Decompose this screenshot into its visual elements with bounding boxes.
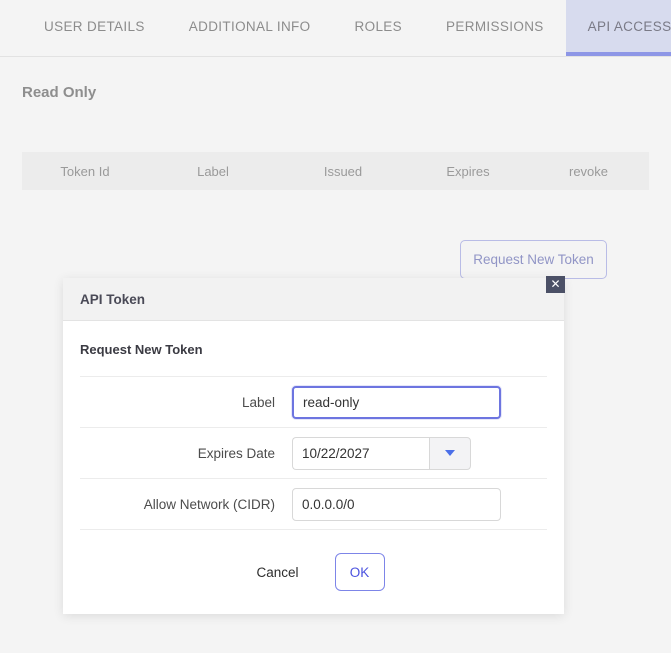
ok-button[interactable]: OK bbox=[335, 553, 385, 591]
label-field-label: Label bbox=[80, 395, 292, 410]
page-title: Read Only bbox=[22, 84, 96, 101]
tab-label: API ACCESS TOKENS bbox=[588, 19, 671, 34]
allow-network-input[interactable] bbox=[292, 488, 501, 521]
app-root: USER DETAILS ADDITIONAL INFO ROLES PERMI… bbox=[0, 0, 671, 653]
dialog-title: API Token bbox=[80, 292, 145, 307]
tab-label: ADDITIONAL INFO bbox=[189, 19, 311, 34]
tab-label: ROLES bbox=[355, 19, 403, 34]
form-row-allow-network: Allow Network (CIDR) bbox=[80, 479, 547, 530]
column-header-label: Label bbox=[148, 164, 278, 179]
column-header-expires: Expires bbox=[408, 164, 528, 179]
tab-permissions[interactable]: PERMISSIONS bbox=[424, 0, 566, 56]
tab-label: USER DETAILS bbox=[44, 19, 145, 34]
cancel-button[interactable]: Cancel bbox=[242, 555, 312, 590]
form-rows: Label Expires Date bbox=[80, 376, 547, 530]
dialog-header: API Token bbox=[63, 278, 564, 321]
dialog-body: Request New Token Label Expires Date bbox=[63, 321, 564, 530]
close-icon[interactable]: ✕ bbox=[546, 276, 565, 293]
column-header-token-id: Token Id bbox=[22, 164, 148, 179]
column-header-issued: Issued bbox=[278, 164, 408, 179]
column-header-revoke: revoke bbox=[528, 164, 649, 179]
allow-network-field-label: Allow Network (CIDR) bbox=[80, 497, 292, 512]
table-header-row: Token Id Label Issued Expires revoke bbox=[22, 152, 649, 190]
chevron-down-icon bbox=[445, 450, 455, 456]
api-token-dialog: API Token Request New Token Label Expire… bbox=[63, 278, 564, 614]
tab-user-details[interactable]: USER DETAILS bbox=[22, 0, 167, 56]
label-input[interactable] bbox=[292, 386, 501, 419]
form-row-expires-date: Expires Date bbox=[80, 428, 547, 479]
label-field-wrapper bbox=[292, 386, 501, 419]
date-picker-toggle-button[interactable] bbox=[429, 437, 471, 470]
expires-date-input[interactable] bbox=[292, 437, 429, 470]
date-picker-group bbox=[292, 437, 471, 470]
expires-date-field-label: Expires Date bbox=[80, 446, 292, 461]
tab-label: PERMISSIONS bbox=[446, 19, 544, 34]
request-new-token-label: Request New Token bbox=[473, 252, 594, 267]
tab-bar: USER DETAILS ADDITIONAL INFO ROLES PERMI… bbox=[0, 0, 671, 57]
tokens-table: Token Id Label Issued Expires revoke bbox=[22, 152, 649, 190]
expires-date-field-wrapper bbox=[292, 437, 471, 470]
tab-roles[interactable]: ROLES bbox=[333, 0, 425, 56]
dialog-footer: Cancel OK bbox=[63, 530, 564, 614]
request-new-token-button[interactable]: Request New Token bbox=[460, 240, 607, 279]
form-row-label: Label bbox=[80, 377, 547, 428]
tab-api-access-tokens[interactable]: API ACCESS TOKENS bbox=[566, 0, 671, 56]
allow-network-field-wrapper bbox=[292, 488, 501, 521]
tab-additional-info[interactable]: ADDITIONAL INFO bbox=[167, 0, 333, 56]
section-title: Request New Token bbox=[63, 342, 564, 357]
